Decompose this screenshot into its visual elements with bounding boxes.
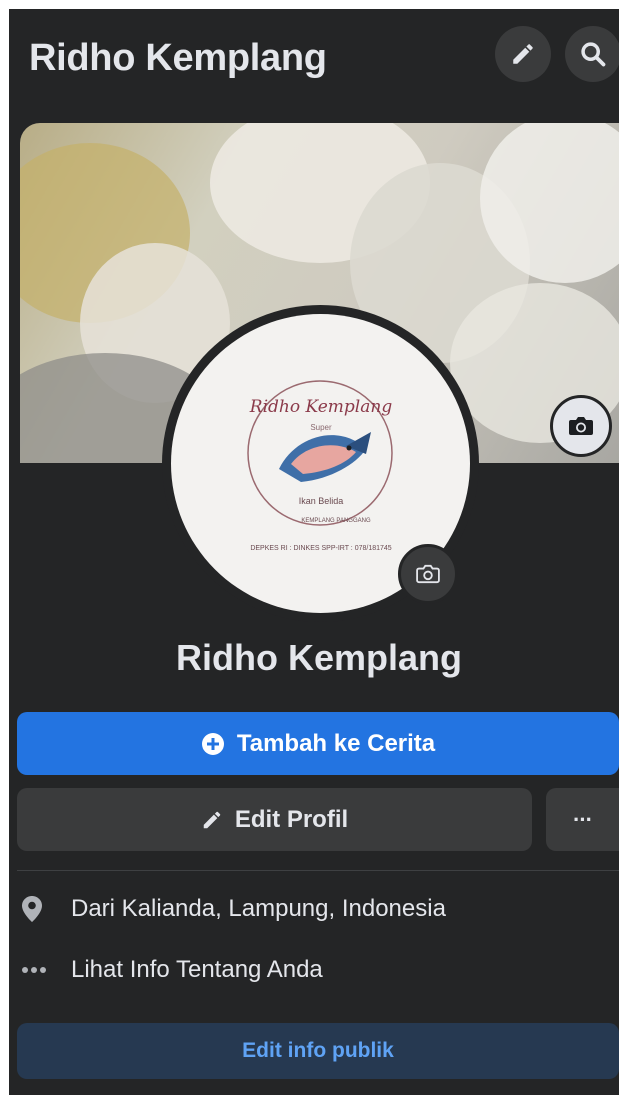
camera-icon xyxy=(416,564,440,584)
page-title: Ridho Kemplang xyxy=(29,37,327,79)
logo-small: Super xyxy=(310,423,332,432)
logo-arc-text: KEMPLANG PANGGANG xyxy=(301,518,371,524)
plus-circle-icon xyxy=(201,732,224,755)
more-label: ··· xyxy=(573,806,593,832)
edit-button[interactable] xyxy=(495,26,551,82)
edit-public-label: Edit info publik xyxy=(242,1039,394,1062)
edit-profile-button[interactable]: Edit Profil xyxy=(17,788,532,851)
pencil-icon xyxy=(203,811,221,828)
cover-camera-button[interactable] xyxy=(550,395,612,457)
location-pin-icon xyxy=(22,896,42,922)
add-story-label: Tambah ke Cerita xyxy=(236,729,436,757)
about-row[interactable]: Lihat Info Tentang Anda xyxy=(19,950,323,990)
pencil-icon xyxy=(513,44,533,64)
divider xyxy=(17,870,619,871)
add-story-button[interactable]: Tambah ke Cerita xyxy=(17,712,619,775)
location-text: Dari Kalianda, Lampung, Indonesia xyxy=(71,895,446,922)
more-dots-icon xyxy=(22,967,46,973)
search-icon xyxy=(581,42,606,67)
profile-screen: Ridho Kemplang Ridho Kemplang Super Ikan… xyxy=(9,9,619,1095)
location-row[interactable]: Dari Kalianda, Lampung, Indonesia xyxy=(19,889,446,929)
top-bar: Ridho Kemplang xyxy=(9,9,619,115)
edit-profile-label: Edit Profil xyxy=(234,805,349,833)
profile-name: Ridho Kemplang xyxy=(176,637,462,678)
avatar-camera-button[interactable] xyxy=(398,544,458,604)
search-button[interactable] xyxy=(565,26,619,82)
logo-footer: DEPKES RI : DINKES SPP-IRT : 078/181745 xyxy=(250,545,391,552)
location-icon-wrap xyxy=(19,895,71,923)
camera-icon xyxy=(569,417,593,435)
about-icon-wrap xyxy=(19,966,71,974)
edit-public-info-button[interactable]: Edit info publik xyxy=(17,1023,619,1079)
more-button[interactable]: ··· xyxy=(546,788,619,851)
logo-script: Ridho Kemplang xyxy=(249,397,393,417)
about-text: Lihat Info Tentang Anda xyxy=(71,956,323,983)
logo-fish-label: Ikan Belida xyxy=(299,496,344,506)
